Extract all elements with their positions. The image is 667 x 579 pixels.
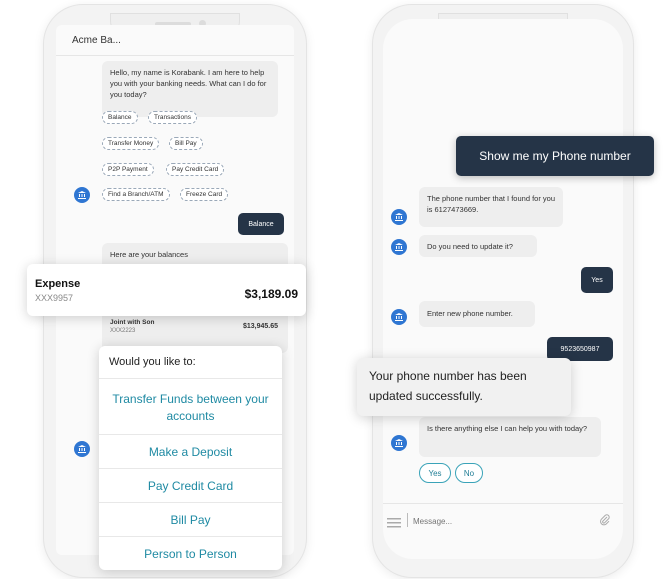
balances-intro: Here are your balances: [110, 250, 188, 259]
joint-account-row: Joint with Son XXX2223 $13,945.65: [104, 315, 284, 345]
user-message-yes: Yes: [581, 267, 613, 293]
user-message-balance: Balance: [238, 213, 284, 235]
options-menu-card: Would you like to: Transfer Funds betwee…: [99, 346, 282, 570]
expense-amount: $3,189.09: [244, 287, 298, 301]
joint-account-amount: $13,945.65: [242, 323, 278, 330]
quick-reply-transactions[interactable]: Transactions: [148, 111, 197, 124]
bot-greeting-bubble: Hello, my name is Korabank. I am here to…: [102, 61, 278, 117]
bank-bot-icon: [391, 209, 407, 225]
menu-option-make-deposit[interactable]: Make a Deposit: [99, 434, 282, 468]
right-chat-screen: The phone number that I found for you is…: [383, 19, 623, 559]
right-phone: The phone number that I found for you is…: [372, 4, 634, 578]
quick-reply-p2p-payment[interactable]: P2P Payment: [102, 163, 154, 176]
callout-show-phone-number: Show me my Phone number: [456, 136, 654, 176]
app-title: Acme Ba...: [72, 35, 121, 46]
bank-bot-icon: [391, 435, 407, 451]
bank-bot-icon: [74, 441, 90, 457]
quick-reply-bill-pay[interactable]: Bill Pay: [169, 137, 203, 150]
expense-account-card[interactable]: Expense XXX9957 $3,189.09: [27, 264, 306, 316]
bank-bot-icon: [74, 187, 90, 203]
text-cursor: [407, 513, 408, 527]
bank-bot-icon: [391, 309, 407, 325]
bot-message-phone-found: The phone number that I found for you is…: [419, 187, 563, 227]
menu-option-transfer-funds[interactable]: Transfer Funds between your accounts: [99, 378, 282, 434]
quick-reply-balance[interactable]: Balance: [102, 111, 138, 124]
callout-phone-updated: Your phone number has been updated succe…: [357, 358, 571, 416]
yes-button[interactable]: Yes: [419, 463, 451, 483]
attachment-icon[interactable]: [599, 513, 611, 531]
options-menu-title: Would you like to:: [109, 356, 196, 368]
joint-account-number: XXX2223: [110, 328, 136, 334]
no-button[interactable]: No: [455, 463, 483, 483]
expense-account-number: XXX9957: [35, 293, 74, 303]
quick-reply-freeze-card[interactable]: Freeze Card: [180, 188, 229, 201]
menu-option-person-to-person[interactable]: Person to Person: [99, 536, 282, 570]
joint-account-label: Joint with Son: [110, 319, 155, 326]
bank-bot-icon: [391, 239, 407, 255]
quick-reply-pay-credit-card[interactable]: Pay Credit Card: [166, 163, 225, 176]
bot-message-enter-phone: Enter new phone number.: [419, 301, 535, 327]
header-divider: [56, 55, 294, 56]
expense-label: Expense: [35, 278, 81, 290]
bot-message-anything-else: Is there anything else I can help you wi…: [419, 417, 601, 457]
bot-message-update-question: Do you need to update it?: [419, 235, 537, 257]
message-input[interactable]: [411, 511, 585, 531]
menu-option-pay-credit-card[interactable]: Pay Credit Card: [99, 468, 282, 502]
menu-option-bill-pay[interactable]: Bill Pay: [99, 502, 282, 536]
quick-reply-transfer-money[interactable]: Transfer Money: [102, 137, 160, 150]
menu-icon[interactable]: [387, 515, 401, 533]
composer-divider: [383, 503, 623, 504]
quick-reply-find-branch-atm[interactable]: Find a Branch/ATM: [102, 188, 170, 201]
